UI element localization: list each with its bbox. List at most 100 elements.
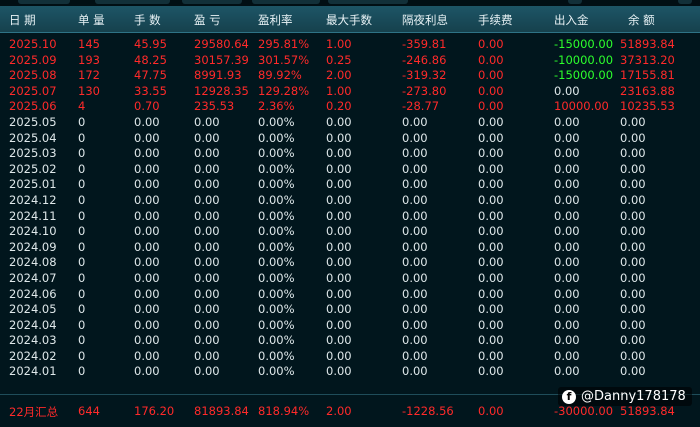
- cell-lots: 0.00: [134, 302, 160, 317]
- column-header-swap[interactable]: 隔夜利息: [402, 12, 448, 28]
- cell-flow: 0.00: [554, 208, 580, 223]
- cell-flow: 0.00: [554, 348, 580, 363]
- column-header-date[interactable]: 日 期: [9, 12, 36, 28]
- column-header-lots[interactable]: 手 数: [134, 12, 161, 28]
- cell-rate: 0.00%: [258, 348, 295, 363]
- cell-fee: 0.00: [478, 37, 504, 51]
- cell-fee: 0.00: [478, 177, 504, 192]
- cell-swap: 0.00: [402, 302, 428, 317]
- summary-swap: -1228.56: [402, 404, 454, 418]
- cell-max-lots: 0.25: [326, 52, 352, 67]
- table-row[interactable]: 2025.06 4 0.70 235.53 2.36% 0.20 -28.77 0.00 100…: [0, 98, 700, 114]
- column-header-fee[interactable]: 手续费: [478, 12, 513, 28]
- cell-max-lots: 0.00: [326, 302, 352, 317]
- table-row[interactable]: 2024.12 0 0.00 0.00 0.00% 0.00 0.00 0.00 0.00 0.0…: [0, 192, 700, 208]
- cell-pnl: 0.00: [194, 333, 220, 348]
- table-row[interactable]: 2024.01 0 0.00 0.00 0.00% 0.00 0.00 0.00 0.00 0.0…: [0, 363, 700, 379]
- summary-fee: 0.00: [478, 404, 504, 418]
- cell-pnl: 29580.64: [194, 37, 249, 51]
- cell-fee: 0.00: [478, 224, 504, 239]
- cell-orders: 130: [78, 83, 100, 98]
- cell-max-lots: 0.00: [326, 114, 352, 129]
- cell-date: 2024.12: [9, 192, 57, 207]
- table-row[interactable]: 2025.09 193 48.25 30157.39 301.57% 0.25 -246.8…: [0, 52, 700, 68]
- cell-orders: 0: [78, 208, 86, 223]
- cell-max-lots: 0.00: [326, 348, 352, 363]
- cell-balance: 0.00: [620, 302, 646, 317]
- column-header-flow[interactable]: 出入金: [554, 12, 589, 28]
- table-row[interactable]: 2025.07 130 33.55 12928.35 129.28% 1.00 -273.8…: [0, 83, 700, 99]
- cell-flow: 0.00: [554, 302, 580, 317]
- cell-flow: 0.00: [554, 224, 580, 239]
- cell-balance: 23163.88: [620, 83, 675, 98]
- cell-date: 2025.04: [9, 130, 57, 145]
- table-row[interactable]: 2024.11 0 0.00 0.00 0.00% 0.00 0.00 0.00 0.00 0.0…: [0, 208, 700, 224]
- table-row[interactable]: 2025.02 0 0.00 0.00 0.00% 0.00 0.00 0.00 0.00 0.0…: [0, 161, 700, 177]
- toolbar-tab[interactable]: [18, 0, 70, 4]
- cell-max-lots: 0.00: [326, 130, 352, 145]
- cell-max-lots: 0.00: [326, 208, 352, 223]
- table-row[interactable]: 2025.03 0 0.00 0.00 0.00% 0.00 0.00 0.00 0.00 0.0…: [0, 145, 700, 161]
- cell-flow: 0.00: [554, 255, 580, 270]
- table-row[interactable]: 2024.05 0 0.00 0.00 0.00% 0.00 0.00 0.00 0.00 0.0…: [0, 301, 700, 317]
- cell-rate: 0.00%: [258, 161, 295, 176]
- toolbar-tab[interactable]: [568, 0, 582, 4]
- table-row[interactable]: 2024.08 0 0.00 0.00 0.00% 0.00 0.00 0.00 0.00 0.0…: [0, 254, 700, 270]
- cell-fee: 0.00: [478, 114, 504, 129]
- cell-max-lots: 0.00: [326, 270, 352, 285]
- table-row[interactable]: 2024.03 0 0.00 0.00 0.00% 0.00 0.00 0.00 0.00 0.0…: [0, 332, 700, 348]
- cell-lots: 0.00: [134, 177, 160, 192]
- cell-max-lots: 0.00: [326, 333, 352, 348]
- cell-balance: 0.00: [620, 286, 646, 301]
- cell-pnl: 8991.93: [194, 68, 242, 83]
- cell-pnl: 0.00: [194, 130, 220, 145]
- cell-fee: 0.00: [478, 255, 504, 270]
- toolbar-tab[interactable]: [678, 0, 692, 4]
- cell-date: 2025.03: [9, 146, 57, 161]
- column-header-orders[interactable]: 单 量: [78, 12, 105, 28]
- cell-rate: 0.00%: [258, 177, 295, 192]
- cell-swap: 0.00: [402, 114, 428, 129]
- cell-pnl: 12928.35: [194, 83, 249, 98]
- cell-pnl: 0.00: [194, 114, 220, 129]
- table-row[interactable]: 2024.10 0 0.00 0.00 0.00% 0.00 0.00 0.00 0.00 0.0…: [0, 223, 700, 239]
- cell-swap: 0.00: [402, 333, 428, 348]
- cell-date: 2024.08: [9, 255, 57, 270]
- column-header-rate[interactable]: 盈利率: [258, 12, 293, 28]
- table-row[interactable]: 2024.04 0 0.00 0.00 0.00% 0.00 0.00 0.00 0.00 0.0…: [0, 317, 700, 333]
- cell-balance: 0.00: [620, 333, 646, 348]
- summary-max-lots: 2.00: [326, 404, 352, 418]
- cell-swap: 0.00: [402, 192, 428, 207]
- cell-balance: 0.00: [620, 114, 646, 129]
- column-header-balance[interactable]: 余 额: [628, 12, 655, 28]
- column-header-max-lots[interactable]: 最大手数: [326, 12, 372, 28]
- cell-rate: 0.00%: [258, 114, 295, 129]
- cell-lots: 0.00: [134, 364, 160, 379]
- table-row[interactable]: 2025.05 0 0.00 0.00 0.00% 0.00 0.00 0.00 0.00 0.0…: [0, 114, 700, 130]
- cell-date: 2024.02: [9, 348, 57, 363]
- toolbar-tab[interactable]: [95, 0, 170, 4]
- cell-balance: 0.00: [620, 130, 646, 145]
- table-row[interactable]: 2025.10 145 45.95 29580.64 295.81% 1.00 -359.8…: [0, 36, 700, 52]
- cell-rate: 0.00%: [258, 364, 295, 379]
- table-row[interactable]: 2024.07 0 0.00 0.00 0.00% 0.00 0.00 0.00 0.00 0.0…: [0, 270, 700, 286]
- table-row[interactable]: 2025.04 0 0.00 0.00 0.00% 0.00 0.00 0.00 0.00 0.0…: [0, 130, 700, 146]
- cell-fee: 0.00: [478, 208, 504, 223]
- cell-fee: 0.00: [478, 99, 504, 114]
- cell-flow: -15000.00: [554, 37, 614, 51]
- table-row[interactable]: 2025.08 172 47.75 8991.93 89.92% 2.00 -319.32 0…: [0, 67, 700, 83]
- cell-swap: 0.00: [402, 255, 428, 270]
- cell-lots: 0.00: [134, 146, 160, 161]
- table-row[interactable]: 2024.09 0 0.00 0.00 0.00% 0.00 0.00 0.00 0.00 0.0…: [0, 239, 700, 255]
- toolbar-tab[interactable]: [182, 0, 242, 4]
- toolbar-tab[interactable]: [252, 0, 320, 4]
- watermark-text: @Danny178178: [581, 389, 686, 404]
- cell-orders: 0: [78, 161, 86, 176]
- cell-swap: 0.00: [402, 348, 428, 363]
- table-row[interactable]: 2024.06 0 0.00 0.00 0.00% 0.00 0.00 0.00 0.00 0.0…: [0, 286, 700, 302]
- cell-flow: 0.00: [554, 364, 580, 379]
- column-header-pnl[interactable]: 盈 亏: [194, 12, 221, 28]
- table-row[interactable]: 2024.02 0 0.00 0.00 0.00% 0.00 0.00 0.00 0.00 0.0…: [0, 348, 700, 364]
- table-row[interactable]: 2025.01 0 0.00 0.00 0.00% 0.00 0.00 0.00 0.00 0.0…: [0, 176, 700, 192]
- toolbar-tab[interactable]: [328, 0, 408, 4]
